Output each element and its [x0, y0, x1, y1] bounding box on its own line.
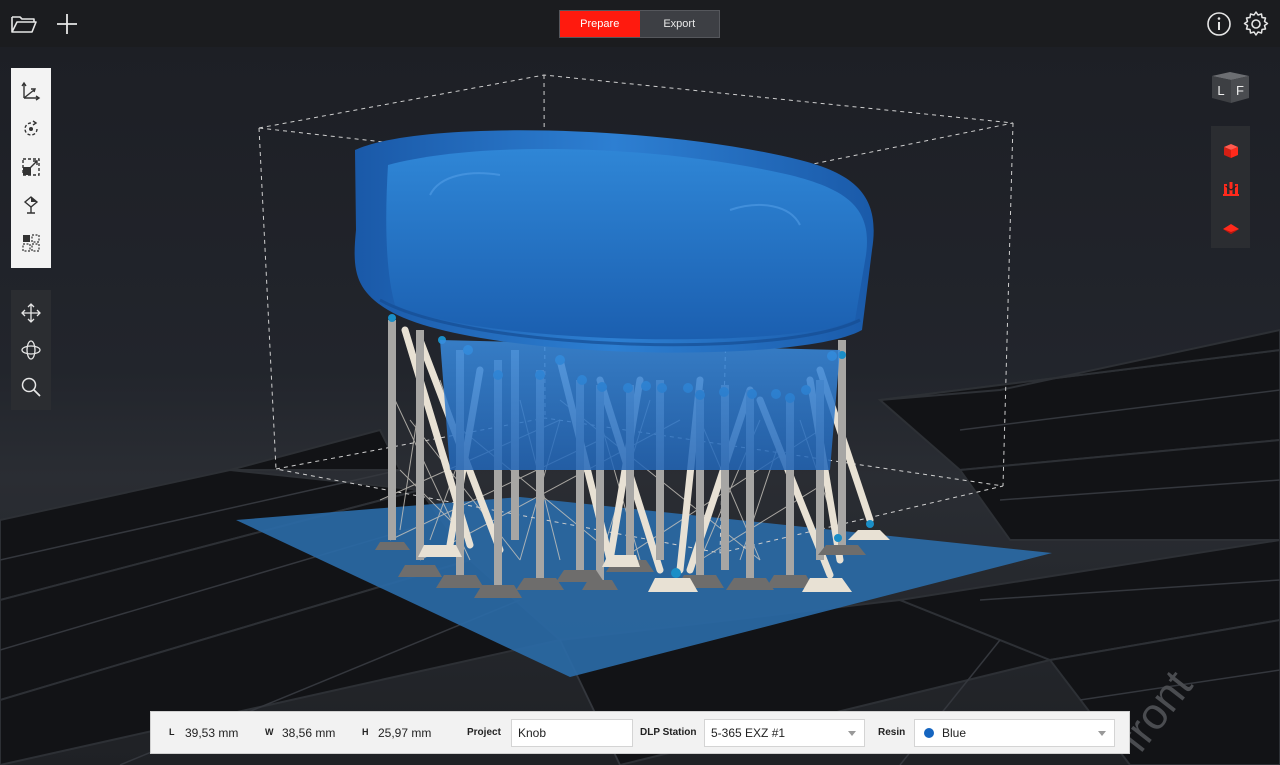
resin-label: Resin [878, 727, 906, 738]
project-name-field[interactable]: Knob [511, 719, 633, 747]
length-value: 39,53 mm [185, 726, 239, 740]
viewcube-widget[interactable]: L F [1209, 70, 1251, 103]
orbit-icon[interactable] [15, 331, 47, 368]
rotate-icon[interactable] [15, 110, 47, 148]
viewcube-left-face: L [1217, 83, 1224, 98]
properties-bar: L 39,53 mm W 38,56 mm H 25,97 mm Project… [150, 711, 1130, 754]
model-view-icon[interactable] [1215, 132, 1247, 171]
dlp-station-select[interactable]: 5-365 EXZ #1 [704, 719, 865, 747]
dlp-station-label: DLP Station [640, 727, 697, 738]
top-toolbar: Prepare Export [0, 0, 1280, 47]
plus-icon[interactable] [51, 8, 83, 40]
project-label: Project [467, 727, 501, 738]
resin-select[interactable]: Blue [914, 719, 1115, 747]
chevron-down-icon [848, 731, 856, 736]
height-value: 25,97 mm [378, 726, 432, 740]
dlp-station-value: 5-365 EXZ #1 [711, 726, 786, 740]
chevron-down-icon [1098, 731, 1106, 736]
supports-view-icon[interactable] [1215, 171, 1247, 210]
resin-color-swatch [924, 728, 934, 738]
3d-viewport[interactable]: front L F [0, 47, 1280, 765]
gear-icon[interactable] [1240, 8, 1272, 40]
support-icon[interactable] [15, 186, 47, 224]
scene-render: front [0, 74, 1280, 765]
layout-icon[interactable] [15, 224, 47, 262]
scale-icon[interactable] [15, 148, 47, 186]
transform-toolbox [11, 68, 51, 268]
tab-export[interactable]: Export [640, 11, 720, 37]
width-key: W [265, 727, 274, 737]
slice-view-icon[interactable] [1215, 209, 1247, 248]
folder-open-icon[interactable] [8, 8, 40, 40]
mode-switch: Prepare Export [559, 10, 720, 38]
height-key: H [362, 727, 369, 737]
view-mode-panel [1211, 126, 1250, 248]
width-value: 38,56 mm [282, 726, 336, 740]
info-icon[interactable] [1203, 8, 1235, 40]
move-axes-icon[interactable] [15, 72, 47, 110]
project-name-value: Knob [518, 726, 547, 740]
resin-value: Blue [942, 726, 967, 740]
zoom-icon[interactable] [15, 369, 47, 406]
tab-prepare[interactable]: Prepare [560, 11, 640, 37]
view-toolbox [11, 290, 51, 410]
viewcube-front-face: F [1236, 83, 1244, 98]
length-key: L [169, 727, 175, 737]
pan-icon[interactable] [15, 294, 47, 331]
